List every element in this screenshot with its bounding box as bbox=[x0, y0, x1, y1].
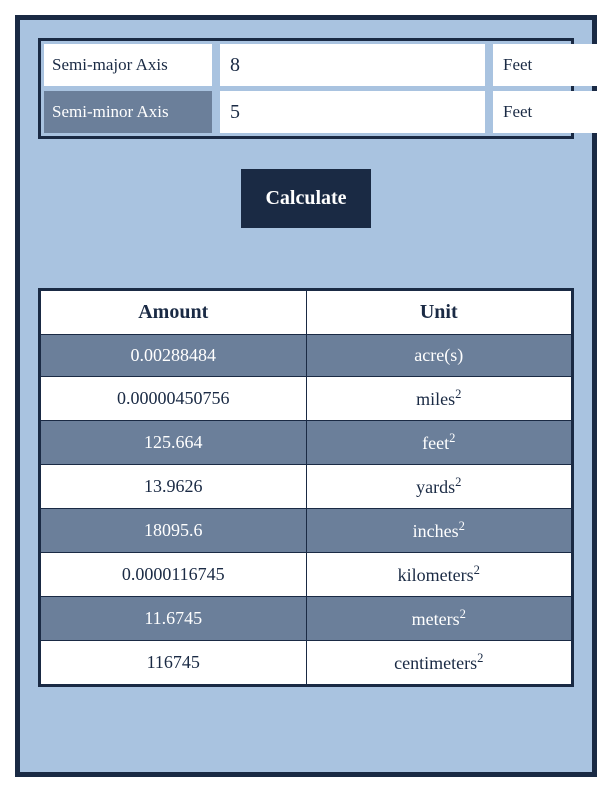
superscript: 2 bbox=[477, 651, 483, 665]
result-amount: 0.00000450756 bbox=[40, 377, 307, 421]
result-amount: 11.6745 bbox=[40, 597, 307, 641]
results-table: Amount Unit 0.00288484acre(s)0.000004507… bbox=[38, 288, 574, 687]
semi-minor-unit-value: Feet bbox=[503, 102, 532, 122]
semi-major-unit-value: Feet bbox=[503, 55, 532, 75]
result-amount: 125.664 bbox=[40, 421, 307, 465]
result-unit: inches2 bbox=[306, 509, 573, 553]
table-row: 0.0000116745kilometers2 bbox=[40, 553, 573, 597]
results-header-row: Amount Unit bbox=[40, 290, 573, 335]
result-unit: feet2 bbox=[306, 421, 573, 465]
table-row: 13.9626yards2 bbox=[40, 465, 573, 509]
semi-minor-label: Semi-minor Axis bbox=[44, 91, 212, 133]
table-row: 0.00000450756miles2 bbox=[40, 377, 573, 421]
superscript: 2 bbox=[455, 475, 461, 489]
semi-major-input[interactable] bbox=[220, 44, 485, 86]
table-row: 125.664feet2 bbox=[40, 421, 573, 465]
result-amount: 13.9626 bbox=[40, 465, 307, 509]
superscript: 2 bbox=[455, 387, 461, 401]
result-unit: kilometers2 bbox=[306, 553, 573, 597]
result-amount: 0.00288484 bbox=[40, 335, 307, 377]
table-row: 11.6745meters2 bbox=[40, 597, 573, 641]
superscript: 2 bbox=[459, 519, 465, 533]
table-row: 0.00288484acre(s) bbox=[40, 335, 573, 377]
header-amount: Amount bbox=[40, 290, 307, 335]
superscript: 2 bbox=[474, 563, 480, 577]
header-unit: Unit bbox=[306, 290, 573, 335]
result-amount: 0.0000116745 bbox=[40, 553, 307, 597]
result-unit: miles2 bbox=[306, 377, 573, 421]
calculator-container: Semi-major Axis Feet Semi-minor Axis Fee… bbox=[15, 15, 597, 777]
result-unit: yards2 bbox=[306, 465, 573, 509]
input-row-semi-minor: Semi-minor Axis Feet bbox=[44, 91, 568, 133]
result-amount: 18095.6 bbox=[40, 509, 307, 553]
result-unit: meters2 bbox=[306, 597, 573, 641]
input-row-semi-major: Semi-major Axis Feet bbox=[44, 44, 568, 86]
result-unit: centimeters2 bbox=[306, 641, 573, 686]
semi-minor-input[interactable] bbox=[220, 91, 485, 133]
table-row: 18095.6inches2 bbox=[40, 509, 573, 553]
result-amount: 116745 bbox=[40, 641, 307, 686]
superscript: 2 bbox=[460, 607, 466, 621]
semi-minor-unit-select[interactable]: Feet bbox=[493, 91, 612, 133]
input-panel: Semi-major Axis Feet Semi-minor Axis Fee… bbox=[38, 38, 574, 139]
semi-major-unit-select[interactable]: Feet bbox=[493, 44, 612, 86]
calculate-button[interactable]: Calculate bbox=[241, 169, 370, 228]
result-unit: acre(s) bbox=[306, 335, 573, 377]
semi-major-label: Semi-major Axis bbox=[44, 44, 212, 86]
table-row: 116745centimeters2 bbox=[40, 641, 573, 686]
superscript: 2 bbox=[449, 431, 455, 445]
